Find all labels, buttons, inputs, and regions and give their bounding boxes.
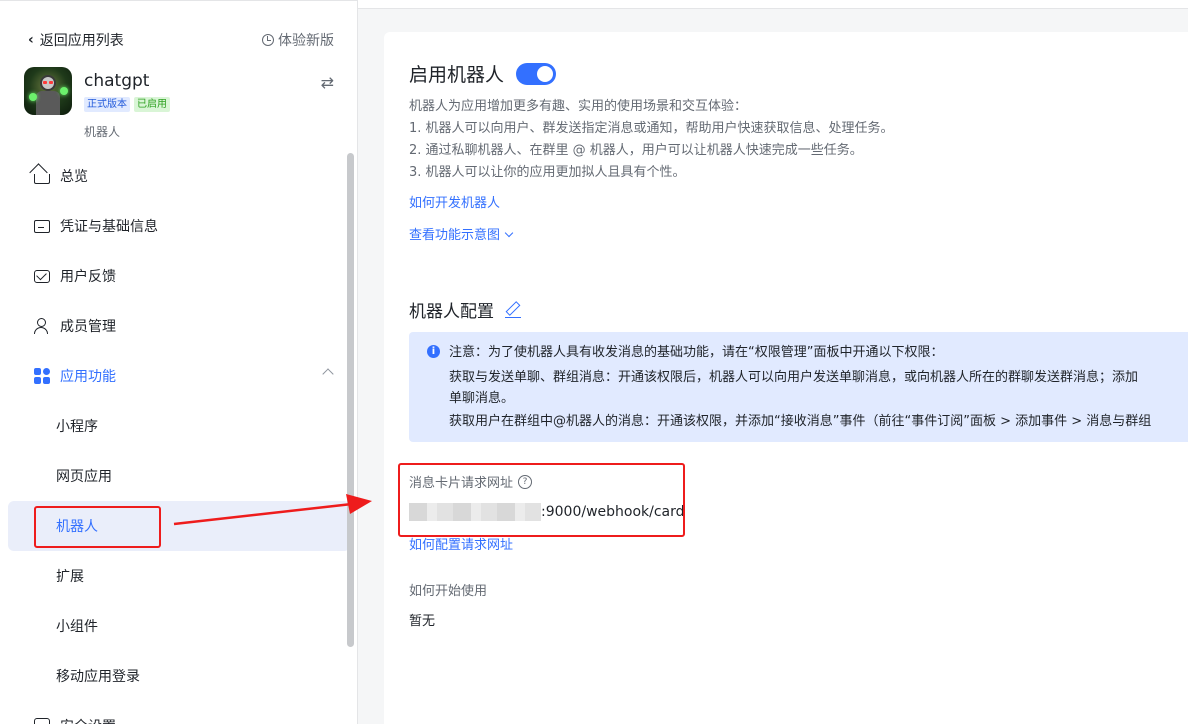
annotation-box-bot-nav — [34, 506, 161, 548]
sidebar-item-label: 用户反馈 — [60, 269, 116, 285]
sidebar-item-feedback[interactable]: 用户反馈 — [8, 251, 350, 301]
sidebar-item-mini-program[interactable]: 小程序 — [8, 401, 350, 451]
sidebar-item-label: 网页应用 — [56, 469, 112, 485]
sidebar-item-widget[interactable]: 小组件 — [8, 601, 350, 651]
enable-bot-toggle[interactable] — [516, 62, 557, 85]
sidebar-item-credentials[interactable]: 凭证与基础信息 — [8, 201, 350, 251]
notice-line: 单聊消息。 — [449, 391, 515, 406]
try-new-version-link[interactable]: 体验新版 — [262, 30, 334, 50]
sidebar-item-label: 扩展 — [56, 569, 84, 585]
notice-line: 获取用户在群组中@机器人的消息：开通该权限，并添加“接收消息”事件（前往“事件订… — [449, 414, 1152, 429]
sidebar: ‹ 返回应用列表 体验新版 chatgpt 正式版本 已启用 机器人 ⇄ 总览 — [0, 0, 358, 724]
top-header-strip — [358, 0, 1188, 9]
member-icon — [34, 318, 50, 334]
desc-line: 机器人为应用增加更多有趣、实用的使用场景和交互体验： — [409, 99, 748, 114]
app-info-card: chatgpt 正式版本 已启用 机器人 ⇄ — [24, 67, 334, 139]
chevron-left-icon: ‹ — [28, 32, 34, 48]
app-avatar — [24, 67, 72, 115]
info-icon: i — [427, 345, 440, 358]
sidebar-item-label: 小组件 — [56, 619, 98, 635]
sidebar-item-mobile-login[interactable]: 移动应用登录 — [8, 651, 350, 701]
sidebar-group-app-features[interactable]: 应用功能 — [8, 351, 350, 401]
edit-icon[interactable] — [504, 301, 522, 319]
back-to-app-list-link[interactable]: ‹ 返回应用列表 — [28, 30, 124, 50]
grid-icon — [34, 368, 50, 384]
switch-app-icon[interactable]: ⇄ — [321, 73, 334, 92]
desc-line: 3. 机器人可以让你的应用更加拟人且具有个性。 — [409, 165, 686, 180]
preview-link-label: 查看功能示意图 — [409, 228, 501, 243]
how-to-develop-bot-link[interactable]: 如何开发机器人 — [409, 192, 500, 211]
notice-line: 注意：为了使机器人具有收发消息的基础功能，请在“权限管理”面板中开通以下权限： — [449, 345, 944, 360]
sidebar-item-label: 总览 — [60, 169, 88, 185]
credential-icon — [34, 219, 50, 233]
notice-line: 获取与发送单聊、群组消息：开通该权限后，机器人可以向用户发送单聊消息，或向机器人… — [449, 370, 1139, 385]
home-icon — [34, 174, 50, 184]
annotation-arrow — [173, 494, 372, 526]
bot-description: 机器人为应用增加更多有趣、实用的使用场景和交互体验： 1. 机器人可以向用户、群… — [409, 96, 894, 184]
feedback-icon — [34, 269, 50, 283]
sidebar-item-extension[interactable]: 扩展 — [8, 551, 350, 601]
sidebar-item-overview[interactable]: 总览 — [8, 151, 350, 201]
sidebar-top-row: ‹ 返回应用列表 体验新版 — [28, 29, 334, 51]
shield-icon — [34, 718, 50, 724]
sidebar-item-label: 应用功能 — [60, 369, 116, 385]
status-badge: 已启用 — [134, 97, 170, 112]
how-to-start-label: 如何开始使用 — [409, 584, 488, 599]
try-new-label: 体验新版 — [278, 33, 334, 49]
how-to-start-value: 暂无 — [409, 614, 436, 629]
sidebar-item-label: 成员管理 — [60, 319, 116, 335]
bot-config-title: 机器人配置 — [409, 302, 494, 322]
sidebar-item-label: 安全设置 — [60, 716, 116, 724]
enable-bot-row: 启用机器人 — [409, 60, 557, 87]
app-name: chatgpt — [84, 71, 150, 91]
version-badge: 正式版本 — [84, 97, 130, 112]
permission-notice: i 注意：为了使机器人具有收发消息的基础功能，请在“权限管理”面板中开通以下权限… — [409, 332, 1188, 442]
app-type-label: 机器人 — [84, 125, 121, 139]
desc-line: 2. 通过私聊机器人、在群里 @ 机器人，用户可以让机器人快速完成一些任务。 — [409, 143, 863, 158]
page-title: 启用机器人 — [409, 64, 505, 86]
bot-config-header: 机器人配置 — [409, 297, 522, 322]
sidebar-item-security[interactable]: 安全设置 — [8, 701, 350, 724]
chevron-up-icon — [322, 368, 334, 380]
sidebar-item-label: 小程序 — [56, 419, 98, 435]
app-badges: 正式版本 已启用 — [84, 97, 170, 112]
chevron-down-icon — [504, 228, 514, 238]
view-feature-preview-link[interactable]: 查看功能示意图 — [409, 224, 514, 243]
annotation-box-card-url — [398, 463, 685, 537]
sidebar-nav: 总览 凭证与基础信息 用户反馈 成员管理 应用功能 小程序 网页应用 机器人 扩… — [8, 151, 350, 724]
sidebar-item-label: 凭证与基础信息 — [60, 219, 158, 235]
back-label: 返回应用列表 — [39, 33, 124, 49]
sidebar-item-members[interactable]: 成员管理 — [8, 301, 350, 351]
history-icon — [262, 34, 274, 46]
sidebar-scrollbar[interactable] — [347, 153, 354, 647]
sidebar-item-label: 移动应用登录 — [56, 669, 140, 685]
desc-line: 1. 机器人可以向用户、群发送指定消息或通知，帮助用户快速获取信息、处理任务。 — [409, 121, 894, 136]
